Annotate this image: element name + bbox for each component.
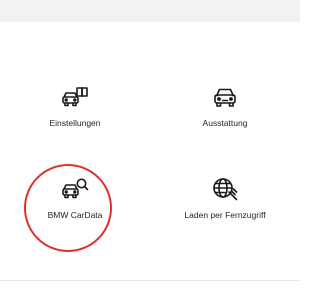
globe-plug-icon xyxy=(211,176,239,202)
car-settings-icon xyxy=(61,84,89,110)
app-screen: Einstellungen Ausstattung BMW CarData La… xyxy=(0,0,300,300)
car-front-icon xyxy=(211,84,239,110)
divider xyxy=(0,280,300,281)
menu-item-laden-per-fernzugriff[interactable]: Laden per Fernzugriff xyxy=(150,176,300,286)
menu-item-bmw-cardata[interactable]: BMW CarData xyxy=(0,176,150,286)
menu-item-label: BMW CarData xyxy=(47,210,103,220)
menu-item-label: Ausstattung xyxy=(202,118,248,128)
menu-item-label: Laden per Fernzugriff xyxy=(184,210,266,220)
menu-grid: Einstellungen Ausstattung BMW CarData La… xyxy=(0,22,300,280)
car-data-search-icon xyxy=(61,176,89,202)
top-bar xyxy=(0,0,300,22)
menu-item-label: Einstellungen xyxy=(49,118,101,128)
